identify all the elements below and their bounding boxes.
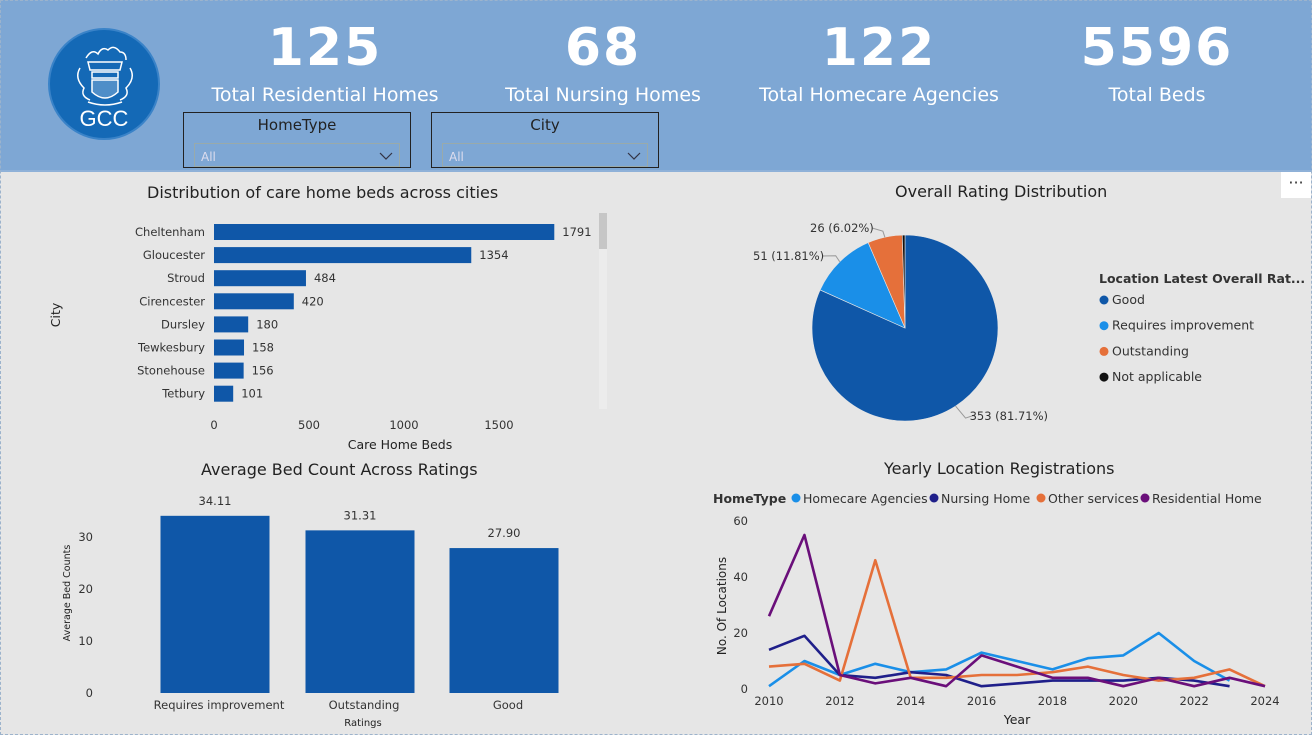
registrations-line-chart: 0 20 40 60 2010 2012 2014 2016 2018 2020 2022 2024 Y… <box>713 491 1280 727</box>
legend-marker <box>791 493 801 503</box>
legend-marker <box>1140 493 1150 503</box>
y-axis-label: No. Of Locations <box>715 557 729 655</box>
y-tick-label: 20 <box>733 626 748 640</box>
y-tick-label: 40 <box>733 570 748 584</box>
legend-item: Residential Home <box>1152 491 1262 506</box>
y-tick-label: 60 <box>733 514 748 528</box>
legend-marker <box>929 493 939 503</box>
legend-item: Other services <box>1048 491 1139 506</box>
x-tick-label: 2016 <box>967 694 996 708</box>
legend-item: Nursing Home <box>941 491 1030 506</box>
legend-title: HomeType <box>713 491 786 506</box>
legend-item: Homecare Agencies <box>803 491 928 506</box>
x-tick-label: 2020 <box>1109 694 1138 708</box>
x-tick-label: 2024 <box>1250 694 1279 708</box>
series-line <box>767 533 1266 688</box>
x-axis-label: Year <box>1003 712 1031 727</box>
legend-marker <box>1036 493 1046 503</box>
x-tick-label: 2012 <box>825 694 854 708</box>
x-tick-label: 2014 <box>896 694 925 708</box>
x-tick-label: 2010 <box>754 694 783 708</box>
y-tick-label: 0 <box>741 682 748 696</box>
x-tick-label: 2018 <box>1038 694 1067 708</box>
x-tick-label: 2022 <box>1180 694 1209 708</box>
